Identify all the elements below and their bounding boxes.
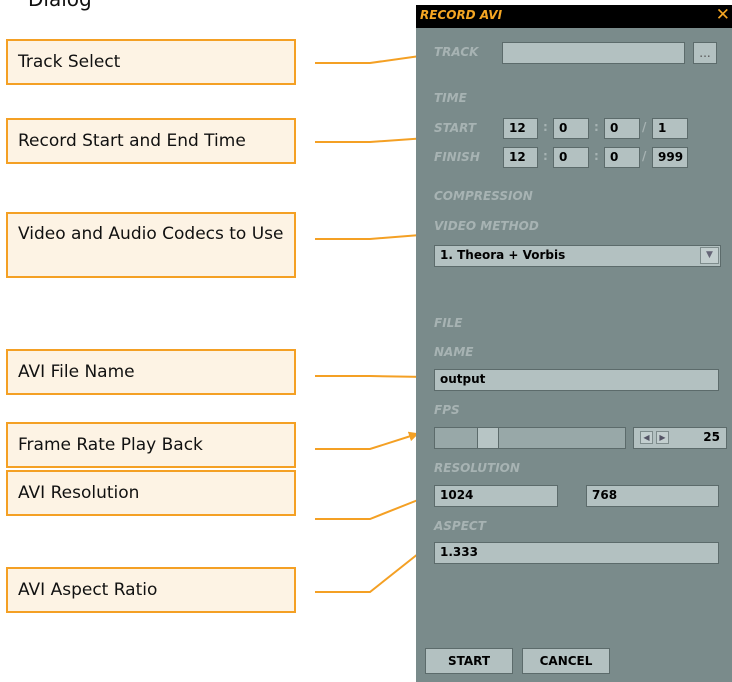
arrow-file-name [315, 371, 430, 382]
arrow-time [315, 133, 429, 144]
finish-slash: / [642, 149, 647, 163]
name-label: NAME [434, 345, 474, 359]
arrow-right-icon[interactable]: ▶ [656, 431, 669, 444]
file-name-input[interactable]: output [434, 369, 719, 391]
record-avi-dialog: RECORD AVI ✕ TRACK ... TIME START 12 : 0… [416, 5, 732, 682]
start-slash: / [642, 120, 647, 134]
aspect-label: ASPECT [434, 519, 486, 533]
arrow-track [315, 51, 429, 64]
start-hour-field[interactable]: 12 [503, 118, 538, 139]
close-icon[interactable]: ✕ [716, 5, 730, 25]
start-label: START [434, 121, 477, 135]
start-second-field[interactable]: 0 [604, 118, 640, 139]
dialog-titlebar: RECORD AVI ✕ [416, 5, 732, 28]
finish-second-field[interactable]: 0 [604, 147, 640, 168]
track-browse-button[interactable]: ... [693, 42, 717, 64]
fps-slider-thumb[interactable] [476, 427, 499, 449]
video-method-select[interactable]: 1. Theora + Vorbis ▼ [434, 245, 721, 267]
finish-colon-2: : [594, 149, 599, 163]
compression-section-label: COMPRESSION [434, 189, 533, 203]
finish-minute-field[interactable]: 0 [553, 147, 589, 168]
arrow-frame-rate [315, 431, 419, 450]
fps-spinbox[interactable]: ◀ ▶ 25 [633, 427, 727, 449]
start-frame-field[interactable]: 1 [652, 118, 688, 139]
finish-label: FINISH [434, 150, 480, 164]
finish-colon-1: : [543, 149, 548, 163]
fps-value: 25 [703, 430, 720, 444]
track-input[interactable] [502, 42, 685, 64]
aspect-input[interactable]: 1.333 [434, 542, 719, 564]
chevron-down-icon[interactable]: ▼ [700, 247, 719, 264]
finish-hour-field[interactable]: 12 [503, 147, 538, 168]
arrow-resolution [315, 494, 430, 520]
finish-frame-field[interactable]: 999 [652, 147, 688, 168]
start-colon-2: : [594, 120, 599, 134]
track-label: TRACK [434, 45, 479, 59]
cancel-button[interactable]: CANCEL [522, 648, 610, 674]
time-section-label: TIME [434, 91, 467, 105]
video-method-value: 1. Theora + Vorbis [440, 248, 566, 262]
fps-slider[interactable] [434, 427, 626, 449]
arrow-left-icon[interactable]: ◀ [640, 431, 653, 444]
arrow-aspect [315, 544, 430, 593]
fps-label: FPS [434, 403, 460, 417]
resolution-height-input[interactable]: 768 [586, 485, 719, 507]
start-minute-field[interactable]: 0 [553, 118, 589, 139]
dialog-title: RECORD AVI [420, 8, 503, 22]
start-colon-1: : [543, 120, 548, 134]
video-method-label: VIDEO METHOD [434, 219, 539, 233]
start-button[interactable]: START [425, 648, 513, 674]
resolution-width-input[interactable]: 1024 [434, 485, 558, 507]
resolution-label: RESOLUTION [434, 461, 520, 475]
file-section-label: FILE [434, 316, 463, 330]
